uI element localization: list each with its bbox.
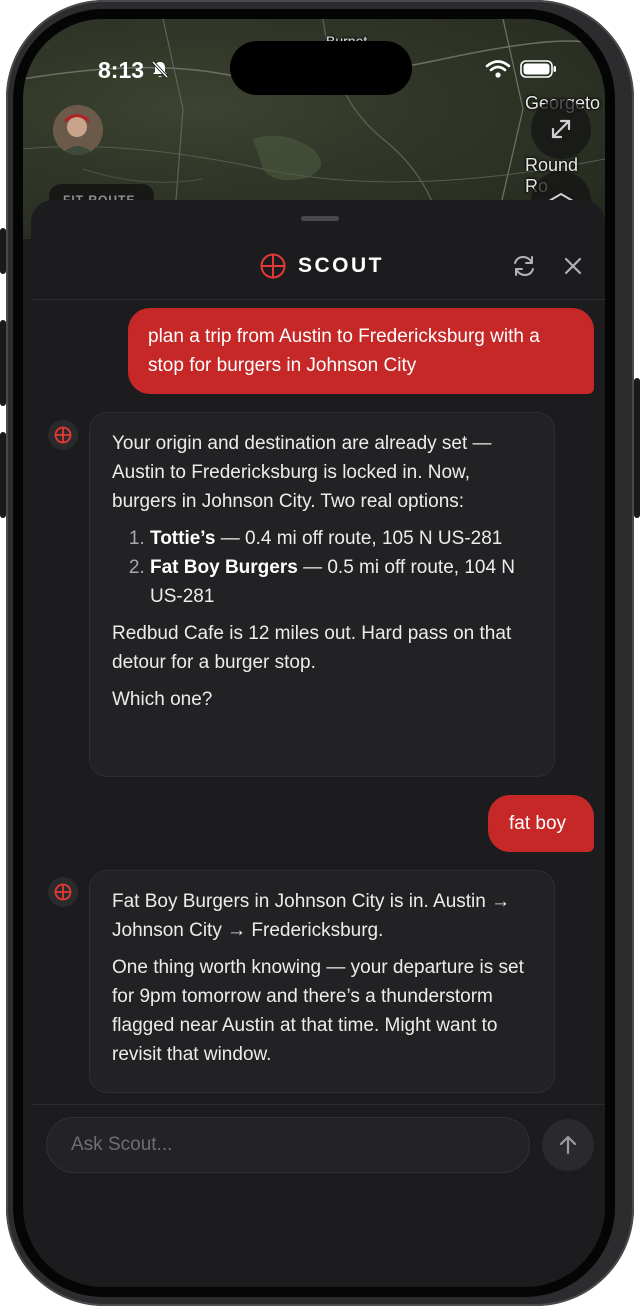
send-button[interactable] (542, 1119, 594, 1171)
message-text: Redbud Cafe is 12 miles out. Hard pass o… (112, 623, 512, 673)
message-text: Your origin and destination are already … (112, 433, 492, 512)
scout-logo-icon (260, 253, 286, 279)
close-icon (564, 257, 582, 275)
option-name: Tottie’s (150, 528, 216, 549)
message-text: Which one? (112, 689, 213, 710)
user-message: fat boy (488, 795, 594, 852)
screen: Georgeto Round Ro Burnet (23, 19, 605, 1287)
options-list: Tottie’s — 0.4 mi off route, 105 N US-28… (112, 524, 536, 611)
expand-map-button[interactable] (531, 99, 591, 159)
composer-divider (31, 1104, 605, 1105)
list-item: Tottie’s — 0.4 mi off route, 105 N US-28… (150, 524, 536, 553)
power-button (634, 378, 640, 518)
dynamic-island (230, 41, 412, 95)
message-text: One thing worth knowing — your departure… (112, 957, 524, 1065)
option-name: Fat Boy Burgers (150, 557, 298, 578)
status-time: 8:13 (98, 57, 145, 83)
user-message: plan a trip from Austin to Fredericksbur… (128, 308, 594, 394)
assistant-message: Fat Boy Burgers in Johnson City is in. A… (89, 870, 555, 1093)
user-photo (53, 105, 103, 155)
expand-icon (551, 119, 571, 139)
arrow-up-icon (559, 1135, 577, 1155)
close-button[interactable] (556, 249, 590, 283)
assistant-message: Your origin and destination are already … (89, 412, 555, 777)
scout-avatar-icon (48, 877, 78, 907)
message-input[interactable]: Ask Scout... (46, 1117, 530, 1173)
wifi-icon (485, 59, 511, 84)
list-item: Fat Boy Burgers — 0.5 mi off route, 104 … (150, 553, 536, 611)
message-text: Fat Boy Burgers in Johnson City is in. A… (112, 891, 511, 941)
bell-slash-icon (150, 59, 170, 84)
refresh-button[interactable] (507, 249, 541, 283)
option-detail: — 0.4 mi off route, 105 N US-281 (215, 528, 503, 549)
avatar[interactable] (53, 105, 103, 155)
phone-frame: Georgeto Round Ro Burnet (0, 0, 640, 1311)
battery-icon (520, 59, 558, 84)
page-title: SCOUT (298, 254, 384, 277)
scout-brand: SCOUT (260, 253, 384, 279)
refresh-icon (514, 255, 534, 277)
scout-avatar-icon (48, 420, 78, 450)
